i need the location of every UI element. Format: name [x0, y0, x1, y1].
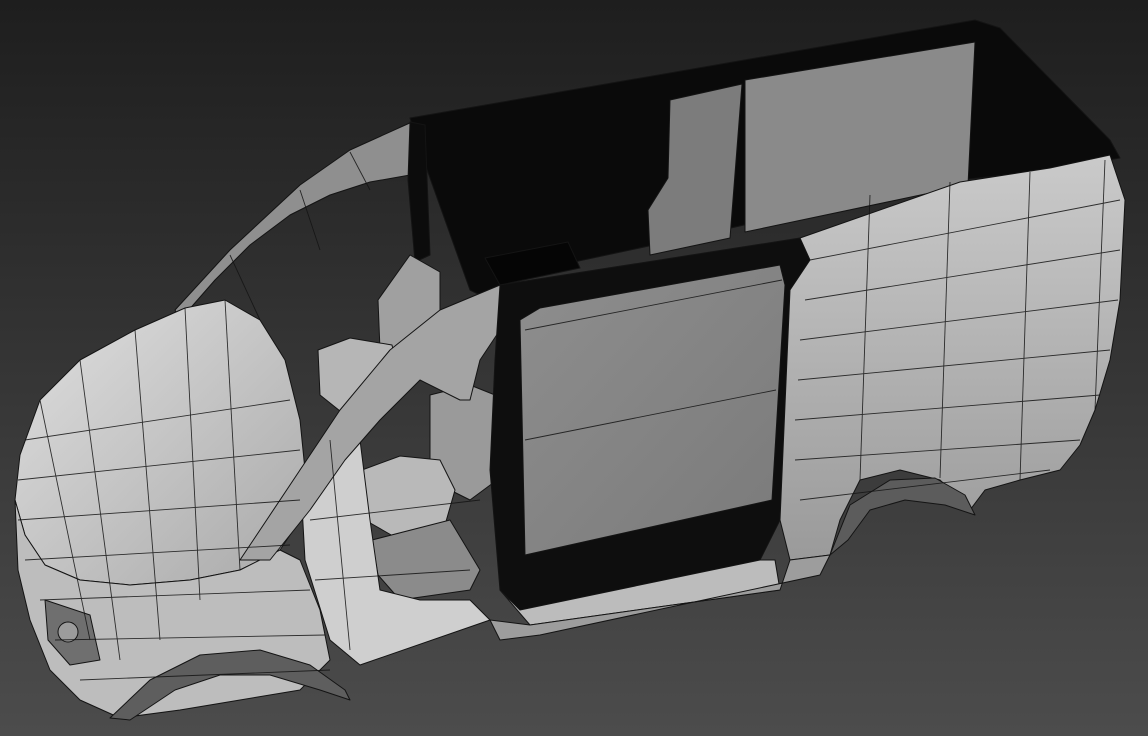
3d-viewport[interactable] — [0, 0, 1148, 736]
brand-emblem — [57, 621, 79, 643]
viewport-render — [0, 0, 1148, 736]
